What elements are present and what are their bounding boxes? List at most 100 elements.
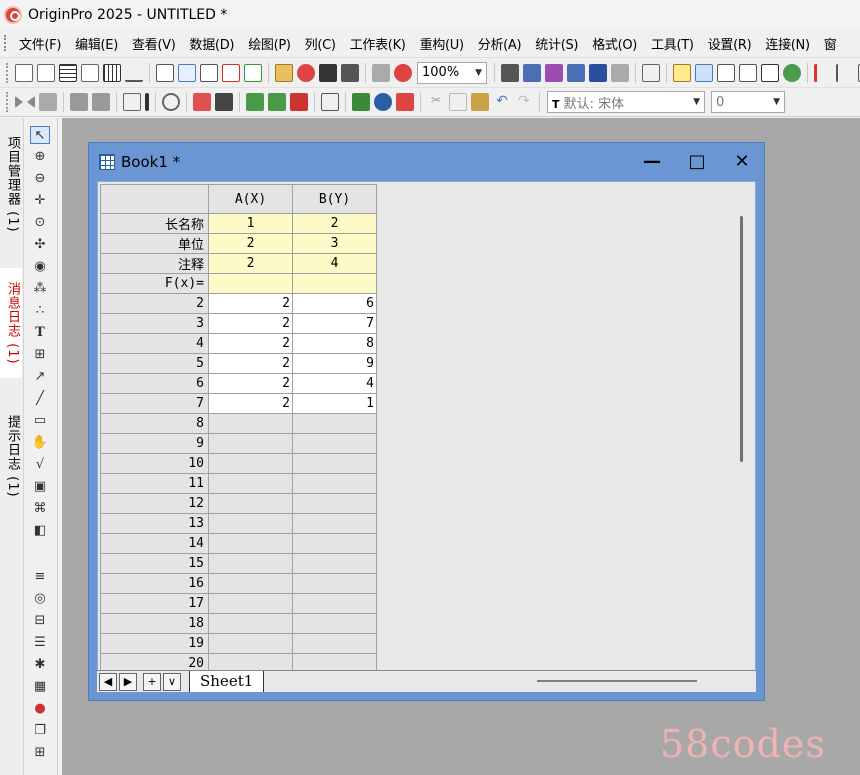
split-tool-icon[interactable]: ⊟ xyxy=(30,612,50,630)
cell[interactable]: 2 xyxy=(208,353,293,374)
row-label[interactable]: 8 xyxy=(100,413,209,434)
toolbar-grip[interactable] xyxy=(6,92,9,112)
cell[interactable]: 2 xyxy=(208,253,293,274)
region-icon[interactable]: ◉ xyxy=(30,258,50,276)
row-label[interactable]: 12 xyxy=(100,493,209,514)
redo-icon[interactable]: ↷ xyxy=(515,93,533,111)
cell[interactable] xyxy=(208,513,293,534)
menu-analysis[interactable]: 分析(A) xyxy=(472,34,530,53)
new-folder-icon[interactable] xyxy=(37,63,55,82)
worksheet-area[interactable]: A(X) B(Y) 长名称 1 2 单位 2 3 注释 2 4 F(x)= 2 … xyxy=(97,181,756,691)
cell[interactable]: 3 xyxy=(292,233,377,254)
cell[interactable]: 2 xyxy=(208,233,293,254)
row-label[interactable]: 6 xyxy=(100,373,209,394)
row-label[interactable]: 4 xyxy=(100,333,209,354)
cell[interactable] xyxy=(292,413,377,434)
new-workbook-icon[interactable] xyxy=(59,63,77,82)
undo-icon[interactable]: ↶ xyxy=(493,93,511,111)
set-x-icon[interactable] xyxy=(246,93,264,111)
menu-edit[interactable]: 编辑(E) xyxy=(69,34,126,53)
cell[interactable]: 7 xyxy=(292,313,377,334)
row-label[interactable]: 15 xyxy=(100,553,209,574)
cell[interactable] xyxy=(292,453,377,474)
menu-statistics[interactable]: 统计(S) xyxy=(529,34,586,53)
cell[interactable] xyxy=(208,493,293,514)
arrow-tool-icon[interactable]: ↗ xyxy=(30,368,50,386)
cell[interactable]: 2 xyxy=(208,333,293,354)
pointer-icon[interactable]: ↖ xyxy=(30,126,50,144)
menu-tools[interactable]: 工具(T) xyxy=(645,34,702,53)
worksheet-grid[interactable]: A(X) B(Y) 长名称 1 2 单位 2 3 注释 2 4 F(x)= 2 … xyxy=(100,184,377,674)
cell[interactable] xyxy=(208,633,293,654)
zoom-out-icon[interactable]: ⊖ xyxy=(30,170,50,188)
cell[interactable] xyxy=(208,413,293,434)
arrow-left-icon[interactable] xyxy=(15,96,23,108)
new-project-icon[interactable] xyxy=(15,63,33,82)
menu-plot[interactable]: 绘图(P) xyxy=(242,34,298,53)
column-header-a[interactable]: A(X) xyxy=(208,184,293,214)
row-label[interactable]: 14 xyxy=(100,533,209,554)
cell[interactable]: 2 xyxy=(208,393,293,414)
list-tool-icon[interactable]: ≡ xyxy=(30,568,50,586)
zoom-in-icon[interactable]: ⊕ xyxy=(30,148,50,166)
tab-sheet1[interactable]: Sheet1 xyxy=(189,671,265,692)
mask-icon[interactable]: ⁂ xyxy=(30,280,50,298)
cell[interactable] xyxy=(208,453,293,474)
open-template-icon[interactable] xyxy=(297,63,315,82)
cell[interactable] xyxy=(292,433,377,454)
menu-settings[interactable]: 设置(R) xyxy=(702,34,760,53)
row-label-formula[interactable]: F(x)= xyxy=(100,273,209,294)
cell[interactable] xyxy=(292,613,377,634)
line-tool-icon[interactable]: ╱ xyxy=(30,390,50,408)
add-rows-icon[interactable] xyxy=(215,93,233,111)
new-function-graph-icon[interactable] xyxy=(244,63,262,82)
minimize-button[interactable]: — xyxy=(637,149,667,175)
row-label[interactable]: 13 xyxy=(100,513,209,534)
hand-tool-icon[interactable]: ✋ xyxy=(30,434,50,452)
cell[interactable] xyxy=(208,473,293,494)
cell[interactable]: 1 xyxy=(292,393,377,414)
cell[interactable] xyxy=(292,493,377,514)
fill-icon[interactable] xyxy=(396,93,414,111)
menu-grip[interactable] xyxy=(4,35,7,51)
zoom-combo[interactable]: 100% ▼ xyxy=(417,61,487,84)
corner-cell[interactable] xyxy=(100,184,209,214)
split-icon[interactable] xyxy=(321,93,339,111)
cell[interactable] xyxy=(208,433,293,454)
worksheet-props-icon[interactable] xyxy=(123,93,141,111)
close-button[interactable]: ✕ xyxy=(727,149,757,175)
draw-icon[interactable] xyxy=(567,63,585,82)
cell[interactable] xyxy=(208,533,293,554)
new-matrix-icon[interactable] xyxy=(103,63,121,82)
script-icon[interactable] xyxy=(761,63,779,82)
cell[interactable]: 2 xyxy=(208,293,293,314)
arrow-down-icon[interactable] xyxy=(39,93,57,111)
cell[interactable]: 4 xyxy=(292,253,377,274)
cell[interactable] xyxy=(208,613,293,634)
table-tool-icon[interactable]: ⊞ xyxy=(30,346,50,364)
row-label[interactable]: 2 xyxy=(100,293,209,314)
layers-icon[interactable] xyxy=(611,63,629,82)
slideshow-icon[interactable] xyxy=(523,63,541,82)
undo-arrow-icon[interactable] xyxy=(162,93,180,111)
row-label-long-name[interactable]: 长名称 xyxy=(100,213,209,234)
import-icon[interactable] xyxy=(372,63,390,82)
record-tool-icon[interactable]: ● xyxy=(30,700,50,718)
next-sheet-button[interactable]: ▶ xyxy=(119,673,137,691)
set-z-icon[interactable] xyxy=(290,93,308,111)
cell[interactable] xyxy=(292,473,377,494)
prev-sheet-button[interactable]: ◀ xyxy=(99,673,117,691)
equation-tool-icon[interactable]: √ xyxy=(30,456,50,474)
add-columns-icon[interactable] xyxy=(193,93,211,111)
save-window-icon[interactable] xyxy=(341,63,359,82)
cell[interactable]: 9 xyxy=(292,353,377,374)
open-icon[interactable] xyxy=(275,63,293,82)
print-icon[interactable] xyxy=(501,63,519,82)
row-label[interactable]: 18 xyxy=(100,613,209,634)
toolbar-grip[interactable] xyxy=(6,62,9,83)
font-size-combo[interactable]: 0 ▼ xyxy=(711,91,785,113)
scrollbar-thumb[interactable] xyxy=(740,216,743,462)
cell[interactable]: 4 xyxy=(292,373,377,394)
command-window-icon[interactable] xyxy=(717,63,735,82)
text-tool-icon[interactable]: T xyxy=(30,324,50,342)
